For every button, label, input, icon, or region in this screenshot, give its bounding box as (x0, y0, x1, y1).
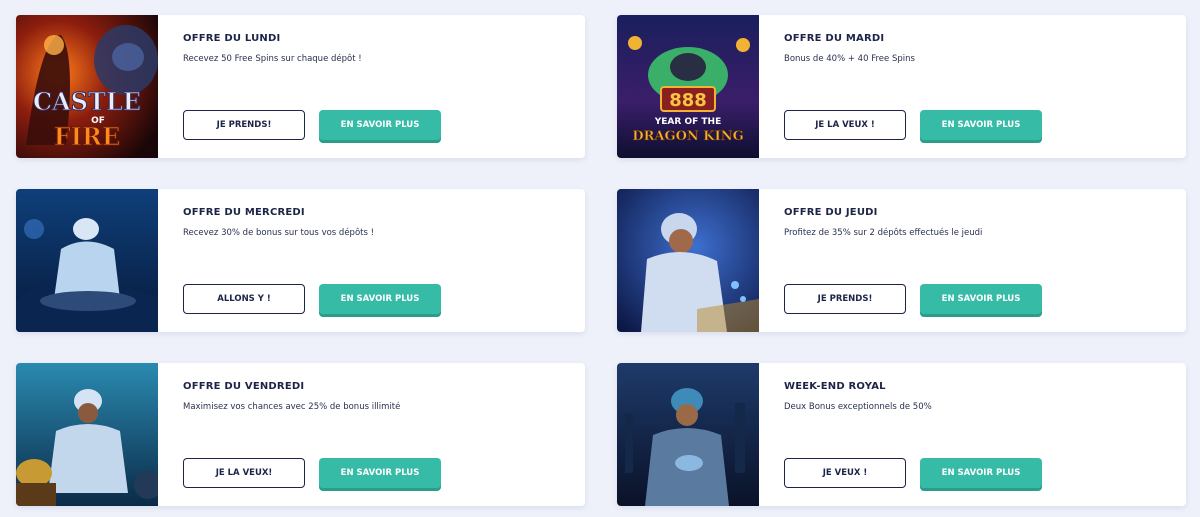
offer-content: OFFRE DU MARDI Bonus de 40% + 40 Free Sp… (759, 15, 1186, 158)
learn-more-button[interactable]: EN SAVOIR PLUS (319, 110, 441, 140)
offer-content: OFFRE DU VENDREDI Maximisez vos chances … (158, 363, 585, 506)
castle-logo-text: CASTLE (33, 87, 141, 116)
offer-description: Recevez 50 Free Spins sur chaque dépôt ! (183, 54, 362, 64)
svg-text:DRAGON KING: DRAGON KING (632, 129, 743, 144)
offer-card-monday: CASTLE OF FIRE OFFRE DU LUNDI Recevez 50… (16, 15, 585, 158)
offer-description: Recevez 30% de bonus sur tous vos dépôts… (183, 228, 375, 238)
learn-more-button[interactable]: EN SAVOIR PLUS (319, 284, 441, 314)
offer-title: OFFRE DU JEUDI (784, 207, 878, 218)
offer-title: OFFRE DU LUNDI (183, 33, 281, 44)
offer-title: OFFRE DU MARDI (784, 33, 885, 44)
svg-text:YEAR OF THE: YEAR OF THE (654, 117, 721, 127)
offer-description: Bonus de 40% + 40 Free Spins (784, 54, 915, 64)
learn-more-button[interactable]: EN SAVOIR PLUS (920, 458, 1042, 488)
claim-offer-button[interactable]: JE LA VEUX! (183, 458, 305, 488)
offer-description: Deux Bonus exceptionnels de 50% (784, 402, 932, 412)
offer-image-genie-portrait[interactable] (617, 189, 759, 332)
offer-description: Maximisez vos chances avec 25% de bonus … (183, 402, 401, 412)
offer-image-genie-treasure[interactable] (16, 363, 158, 506)
offer-card-weekend: WEEK-END ROYAL Deux Bonus exceptionnels … (617, 363, 1186, 506)
svg-text:FIRE: FIRE (54, 122, 121, 151)
offers-grid: CASTLE OF FIRE OFFRE DU LUNDI Recevez 50… (16, 15, 1186, 506)
offer-title: OFFRE DU VENDREDI (183, 381, 305, 392)
learn-more-button[interactable]: EN SAVOIR PLUS (920, 284, 1042, 314)
offer-content: WEEK-END ROYAL Deux Bonus exceptionnels … (759, 363, 1186, 506)
offer-title: OFFRE DU MERCREDI (183, 207, 305, 218)
offer-card-wednesday: OFFRE DU MERCREDI Recevez 30% de bonus s… (16, 189, 585, 332)
svg-text:888: 888 (669, 90, 707, 111)
claim-offer-button[interactable]: JE PRENDS! (183, 110, 305, 140)
claim-offer-button[interactable]: ALLONS Y ! (183, 284, 305, 314)
offer-card-tuesday: 888 YEAR OF THE DRAGON KING OFFRE DU MAR… (617, 15, 1186, 158)
offer-description: Profitez de 35% sur 2 dépôts effectués l… (784, 228, 983, 238)
offer-content: OFFRE DU JEUDI Profitez de 35% sur 2 dép… (759, 189, 1186, 332)
offer-content: OFFRE DU MERCREDI Recevez 30% de bonus s… (158, 189, 585, 332)
offer-card-thursday: OFFRE DU JEUDI Profitez de 35% sur 2 dép… (617, 189, 1186, 332)
learn-more-button[interactable]: EN SAVOIR PLUS (319, 458, 441, 488)
offer-image-year-of-the-dragon-king[interactable]: 888 YEAR OF THE DRAGON KING (617, 15, 759, 158)
claim-offer-button[interactable]: JE VEUX ! (784, 458, 906, 488)
offer-content: OFFRE DU LUNDI Recevez 50 Free Spins sur… (158, 15, 585, 158)
offer-title: WEEK-END ROYAL (784, 381, 886, 392)
offer-image-genie-lamp[interactable] (617, 363, 759, 506)
offer-image-castle-of-fire[interactable]: CASTLE OF FIRE (16, 15, 158, 158)
claim-offer-button[interactable]: JE LA VEUX ! (784, 110, 906, 140)
claim-offer-button[interactable]: JE PRENDS! (784, 284, 906, 314)
learn-more-button[interactable]: EN SAVOIR PLUS (920, 110, 1042, 140)
offer-card-friday: OFFRE DU VENDREDI Maximisez vos chances … (16, 363, 585, 506)
offer-image-genie-carpet[interactable] (16, 189, 158, 332)
